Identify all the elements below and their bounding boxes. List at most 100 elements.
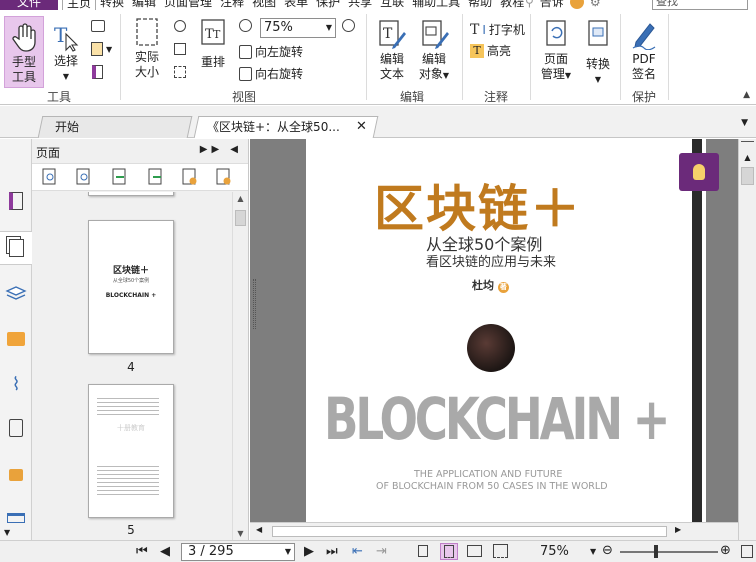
thumbnail-title: 区块链＋ <box>112 266 149 276</box>
typewriter-button[interactable]: TI 打字机 <box>470 21 525 38</box>
insert-page-icon[interactable] <box>112 168 128 189</box>
scroll-down-icon[interactable]: ▼ <box>233 529 248 538</box>
highlight-button[interactable]: T 高亮 <box>470 42 511 59</box>
continuous-facing-view-button[interactable] <box>492 543 510 560</box>
tab-accessibility[interactable]: 辅助工具 <box>408 0 464 10</box>
zoom-in-icon[interactable] <box>342 19 355 32</box>
next-page-icon[interactable]: ▶ <box>304 544 314 559</box>
tab-connect[interactable]: 互联 <box>376 0 408 10</box>
split-view-icon[interactable] <box>741 141 754 151</box>
page-thumbnail[interactable] <box>88 192 174 196</box>
pages-nav-button[interactable] <box>0 231 32 265</box>
rotate-right-button[interactable]: 向右旋转 <box>239 65 303 82</box>
tab-help[interactable]: 帮助 <box>464 0 496 10</box>
ribbon-tabs: 主页 转换 编辑 页面管理 注释 视图 表单 保护 共享 互联 辅助工具 帮助 … <box>62 0 528 10</box>
tab-form[interactable]: 表单 <box>280 0 312 10</box>
select-button[interactable]: T 选择 ▼ <box>48 16 84 88</box>
fit-width-icon[interactable] <box>174 43 186 55</box>
security-nav-button[interactable] <box>0 455 32 489</box>
rotate-left-button[interactable]: 向左旋转 <box>239 43 303 60</box>
previous-page-icon[interactable]: ◀ <box>160 544 170 559</box>
fit-page-icon[interactable] <box>174 20 186 32</box>
tab-view[interactable]: 视图 <box>248 0 280 10</box>
tab-document[interactable]: 《区块链+：从全球50... ✕ <box>193 116 379 138</box>
signature-nav-button[interactable] <box>0 411 32 445</box>
tab-edit[interactable]: 编辑 <box>128 0 160 10</box>
hand-tool-button[interactable]: 手型 工具 <box>4 16 44 88</box>
page-thumbnail[interactable]: 区块链＋ 从全球50个案例 BLOCKCHAIN + <box>88 220 174 354</box>
tab-convert[interactable]: 转换 <box>96 0 128 10</box>
page-icon[interactable] <box>92 65 103 79</box>
smart-assist-button[interactable] <box>679 153 719 191</box>
tab-start[interactable]: 开始 <box>37 116 193 138</box>
convert-button[interactable]: 转换 ▼ <box>580 18 616 90</box>
tab-list-dropdown-icon[interactable]: ▼ <box>741 118 748 128</box>
next-view-icon[interactable]: ⇥ <box>376 544 387 559</box>
document-vertical-scrollbar[interactable]: ▲ <box>738 139 756 540</box>
zoom-slider[interactable] <box>620 545 718 558</box>
tab-comment[interactable]: 注释 <box>216 0 248 10</box>
tell-me-label[interactable]: 告诉 <box>540 0 564 10</box>
panel-controls[interactable]: ▶▶ ◀ <box>200 144 242 155</box>
scroll-up-icon[interactable]: ▲ <box>233 194 248 203</box>
page-number-input[interactable]: 3 / 295 ▼ <box>181 543 295 561</box>
search-input[interactable]: 查找 <box>652 0 748 10</box>
thumbnail-scrollbar[interactable]: ▲ ▼ <box>232 192 248 540</box>
last-page-icon[interactable]: ⏭ <box>326 544 338 559</box>
layers-nav-button[interactable] <box>0 277 32 311</box>
user-icon[interactable] <box>569 0 584 9</box>
gear-icon[interactable]: ⚙ <box>590 0 601 10</box>
comments-nav-button[interactable] <box>0 322 32 356</box>
zoom-out-page-icon[interactable] <box>76 168 92 189</box>
single-page-view-button[interactable] <box>414 543 432 560</box>
document-horizontal-scrollbar[interactable]: ◀ ▶ <box>250 522 738 540</box>
zoom-in-page-icon[interactable] <box>42 168 58 189</box>
file-menu[interactable]: 文件 <box>0 0 58 10</box>
expand-nav-icon[interactable]: ▼ <box>4 528 10 537</box>
edit-text-button[interactable]: T 编辑 文本 <box>374 18 410 90</box>
zoom-combo[interactable]: 75% ▼ <box>260 18 336 38</box>
fit-visible-icon[interactable] <box>174 66 186 78</box>
zoom-slider-handle[interactable] <box>654 545 658 558</box>
close-icon[interactable]: ✕ <box>356 117 367 137</box>
zoom-level[interactable]: 75% <box>540 544 569 559</box>
delete-page-icon[interactable] <box>216 168 232 189</box>
clipboard-dropdown-icon[interactable]: ▼ <box>106 45 112 54</box>
scroll-left-icon[interactable]: ◀ <box>256 525 262 534</box>
scrollbar-thumb[interactable] <box>272 526 667 537</box>
highlight-icon: T <box>470 43 484 58</box>
collapse-ribbon-icon[interactable]: ▲ <box>743 90 750 100</box>
tab-protect[interactable]: 保护 <box>312 0 344 10</box>
zoom-in-icon[interactable]: ⊕ <box>720 543 731 558</box>
pdf-sign-button[interactable]: PDF 签名 <box>626 18 662 90</box>
scroll-up-icon[interactable]: ▲ <box>739 153 756 162</box>
tab-tutorial[interactable]: 教程 <box>496 0 528 10</box>
fullscreen-icon[interactable] <box>741 545 753 558</box>
reflow-button[interactable]: T T 重排 <box>196 16 230 88</box>
scrollbar-thumb[interactable] <box>741 167 754 185</box>
previous-view-icon[interactable]: ⇤ <box>352 544 363 559</box>
actual-size-button[interactable]: 实际 大小 <box>128 16 166 88</box>
panel-resize-grip[interactable] <box>253 279 256 329</box>
tab-share[interactable]: 共享 <box>344 0 376 10</box>
continuous-view-button[interactable] <box>440 543 458 560</box>
clipboard-icon[interactable] <box>91 42 103 56</box>
page-thumbnail[interactable]: 十册教育 <box>88 384 174 518</box>
zoom-dropdown-icon[interactable]: ▼ <box>590 547 596 556</box>
snapshot-icon[interactable] <box>91 20 105 32</box>
tab-home[interactable]: 主页 <box>62 0 97 10</box>
zoom-out-icon[interactable]: ⊖ <box>602 543 613 558</box>
page-manage-button[interactable]: 页面 管理▼ <box>536 18 576 90</box>
facing-view-button[interactable] <box>466 543 484 560</box>
edit-object-button[interactable]: 编辑 对象▼ <box>414 18 454 90</box>
tab-organize[interactable]: 页面管理 <box>160 0 216 10</box>
add-page-icon[interactable] <box>182 168 198 189</box>
first-page-icon[interactable]: ⏮ <box>136 544 148 559</box>
scroll-right-icon[interactable]: ▶ <box>675 525 681 534</box>
attachments-nav-button[interactable]: ⌇ <box>0 367 32 401</box>
extract-page-icon[interactable] <box>148 168 164 189</box>
rotate-left-icon <box>239 44 252 59</box>
zoom-out-icon[interactable] <box>239 19 252 32</box>
scrollbar-thumb[interactable] <box>235 210 246 226</box>
bookmark-nav-button[interactable] <box>0 184 32 218</box>
